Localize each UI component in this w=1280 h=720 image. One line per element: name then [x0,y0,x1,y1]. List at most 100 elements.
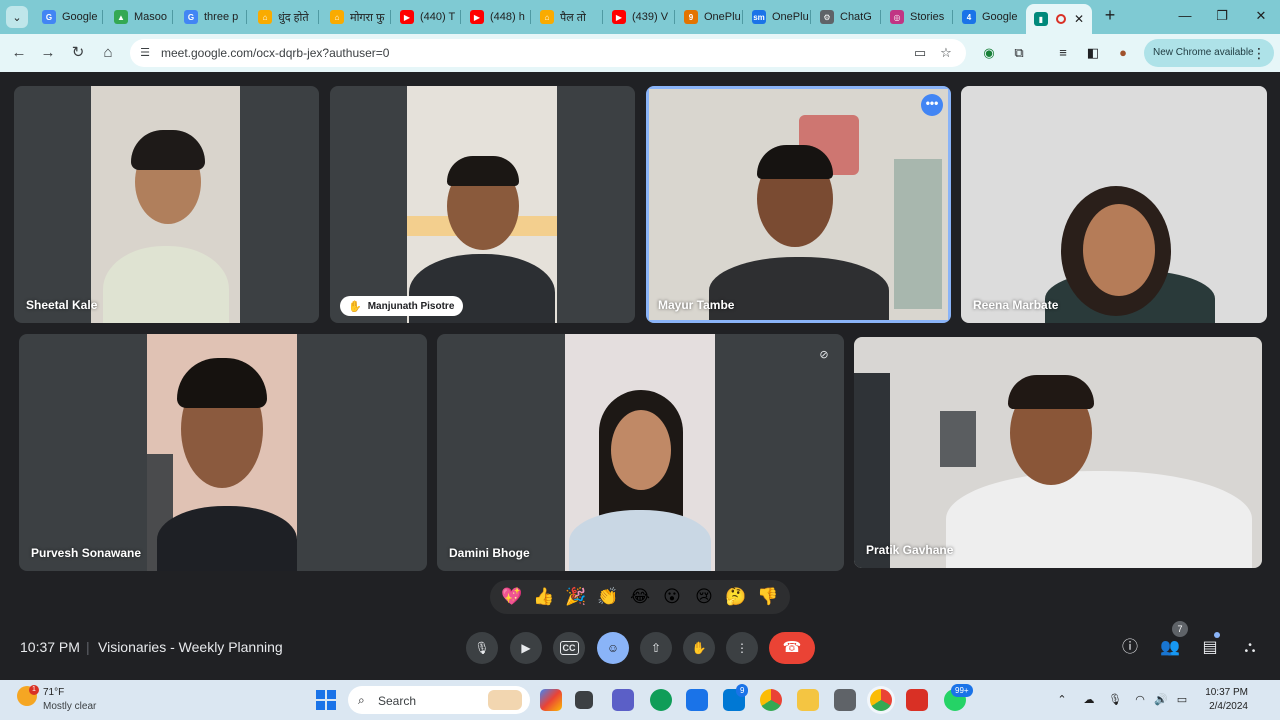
participant-tile-pratik[interactable]: Pratik Gavhane [854,337,1262,568]
background-window [854,373,890,568]
wifi-icon[interactable]: ◠ [1132,692,1148,708]
browser-tab-mogra[interactable]: ⌂ मोगरा फु [322,4,388,30]
volume-icon[interactable]: 🔊 [1153,692,1169,708]
reaction-clap[interactable]: 👏 [595,587,621,607]
new-chrome-label: New Chrome available [1153,47,1254,58]
tab-separator [318,10,319,24]
minimize-button[interactable]: — [1170,6,1200,26]
chat-button[interactable]: ▤ [1199,637,1221,659]
store-icon[interactable] [686,689,708,711]
onedrive-icon[interactable]: ☁ [1081,692,1097,708]
participant-video [147,334,297,571]
microphone-button[interactable]: 🎙 [466,632,498,664]
back-button[interactable]: ← [8,42,30,64]
camera-button[interactable]: ▶ [510,632,542,664]
tab-title: धुंद होते [278,11,309,24]
reload-button[interactable]: ↻ [67,42,89,64]
reaction-heart[interactable]: 💖 [499,587,525,607]
meeting-details-button[interactable]: ⓘ [1119,637,1141,659]
browser-tab-pail[interactable]: ⌂ पैल तो [532,4,602,30]
people-count-badge: 7 [1172,621,1188,637]
participant-tile-mayur[interactable]: ••• Mayur Tambe [646,86,951,323]
reaction-party[interactable]: 🎉 [563,587,589,607]
profile-avatar-icon[interactable]: ● [1114,44,1132,62]
browser-tab-chatgpt[interactable]: ⚙ ChatG [812,4,878,30]
participant-tile-purvesh[interactable]: Purvesh Sonawane [19,334,427,571]
people-button[interactable]: 👥 [1159,637,1181,659]
tab-title: पैल तो [560,11,586,24]
browser-tab-oneplus-2[interactable]: sm OnePlu [744,4,810,30]
reaction-laugh[interactable]: 😂 [627,587,653,607]
tab-search-button[interactable]: ⌄ [6,6,28,28]
participant-tile-damini[interactable]: ⊘ Damini Bhoge [437,334,844,571]
notepad-icon[interactable] [834,689,856,711]
present-screen-button[interactable]: ⇧ [640,632,672,664]
show-hidden-icons[interactable]: ⌃ [1054,692,1070,708]
background-door [894,159,942,309]
reading-list-icon[interactable]: ≡ [1054,44,1072,62]
browser-tab-youtube-439[interactable]: ▶ (439) V [604,4,674,30]
browser-tab-youtube-448[interactable]: ▶ (448) h [462,4,530,30]
browser-tab-meet-active[interactable]: ▮ ✕ [1026,4,1092,34]
activities-button[interactable]: ⛬ [1239,637,1261,659]
browser-tab-masoo[interactable]: ▲ Masoo [106,4,168,30]
reaction-thinking[interactable]: 🤔 [723,587,749,607]
new-tab-button[interactable]: + [1100,6,1120,26]
reactions-button[interactable]: ☺ [597,632,629,664]
browser-tab-google[interactable]: G Google [34,4,100,30]
copilot-icon[interactable] [540,689,562,711]
task-view-icon[interactable] [575,691,593,709]
participant-video [407,86,557,323]
microphone-tray-icon[interactable]: 🎙 [1107,692,1123,708]
taskbar-date[interactable]: 2/4/2024 [1198,701,1248,712]
browser-tab-oneplus-1[interactable]: 9 OnePlu [676,4,742,30]
side-panel-icon[interactable]: ◧ [1084,44,1102,62]
restore-button[interactable]: ❐ [1207,6,1237,26]
reaction-surprised[interactable]: 😮 [659,587,685,607]
more-options-button[interactable]: ⋮ [726,632,758,664]
more-options-icon[interactable]: ••• [921,94,943,116]
tab-separator [530,10,531,24]
file-explorer-icon[interactable] [797,689,819,711]
reaction-thumbs-down[interactable]: 👎 [755,587,781,607]
taskbar-time[interactable]: 10:37 PM [1198,687,1248,698]
taskbar-search[interactable]: ⌕ Search [348,686,530,714]
address-bar[interactable]: ☰ meet.google.com/ocx-dqrb-jex?authuser=… [130,39,966,67]
start-button[interactable] [316,690,336,710]
teams-icon[interactable] [612,689,634,711]
site-info-icon[interactable]: ☰ [138,46,152,60]
participant-tile-manjunath[interactable]: ✋ Manjunath Pisotre [330,86,635,323]
acrobat-icon[interactable] [906,689,928,711]
tab-title: three p [204,11,239,23]
close-window-button[interactable]: ✕ [1246,6,1276,26]
participant-name: Sheetal Kale [26,298,98,312]
browser-tab-google-2[interactable]: 4 Google [954,4,1022,30]
leave-call-button[interactable]: ☎ [769,632,815,664]
new-chrome-available-button[interactable]: New Chrome available ⋮ [1144,39,1274,67]
chrome-icon[interactable] [760,689,782,711]
forward-button[interactable]: → [37,42,59,64]
grammarly-extension-icon[interactable]: ◉ [980,44,998,62]
participant-tile-reena[interactable]: Reena Marbate [961,86,1267,323]
person-hair [177,358,267,408]
participant-tile-sheetal[interactable]: Sheetal Kale [14,86,319,323]
extensions-icon[interactable]: ⧉ [1010,44,1028,62]
reaction-sad[interactable]: 😢 [691,587,717,607]
youtube-icon: ▶ [612,10,626,24]
browser-tab-instagram[interactable]: ◎ Stories [882,4,950,30]
battery-icon[interactable]: ▭ [1174,692,1190,708]
browser-tab-youtube-440[interactable]: ▶ (440) T [392,4,460,30]
edge-icon[interactable] [650,689,672,711]
home-button[interactable]: ⌂ [97,42,119,64]
close-tab-icon[interactable]: ✕ [1074,12,1084,26]
browser-tab-three[interactable]: G three p [176,4,242,30]
more-menu-icon[interactable]: ⋮ [1252,39,1266,67]
reaction-thumbs-up[interactable]: 👍 [531,587,557,607]
bookmark-star-icon[interactable]: ☆ [938,45,954,61]
camera-in-use-icon[interactable]: ▭ [912,45,928,61]
browser-tab-dhund[interactable]: ⌂ धुंद होते [250,4,316,30]
participant-video [565,334,715,571]
captions-button[interactable]: CC [553,632,585,664]
raise-hand-button[interactable]: ✋ [683,632,715,664]
chrome-active-icon[interactable] [870,689,892,711]
